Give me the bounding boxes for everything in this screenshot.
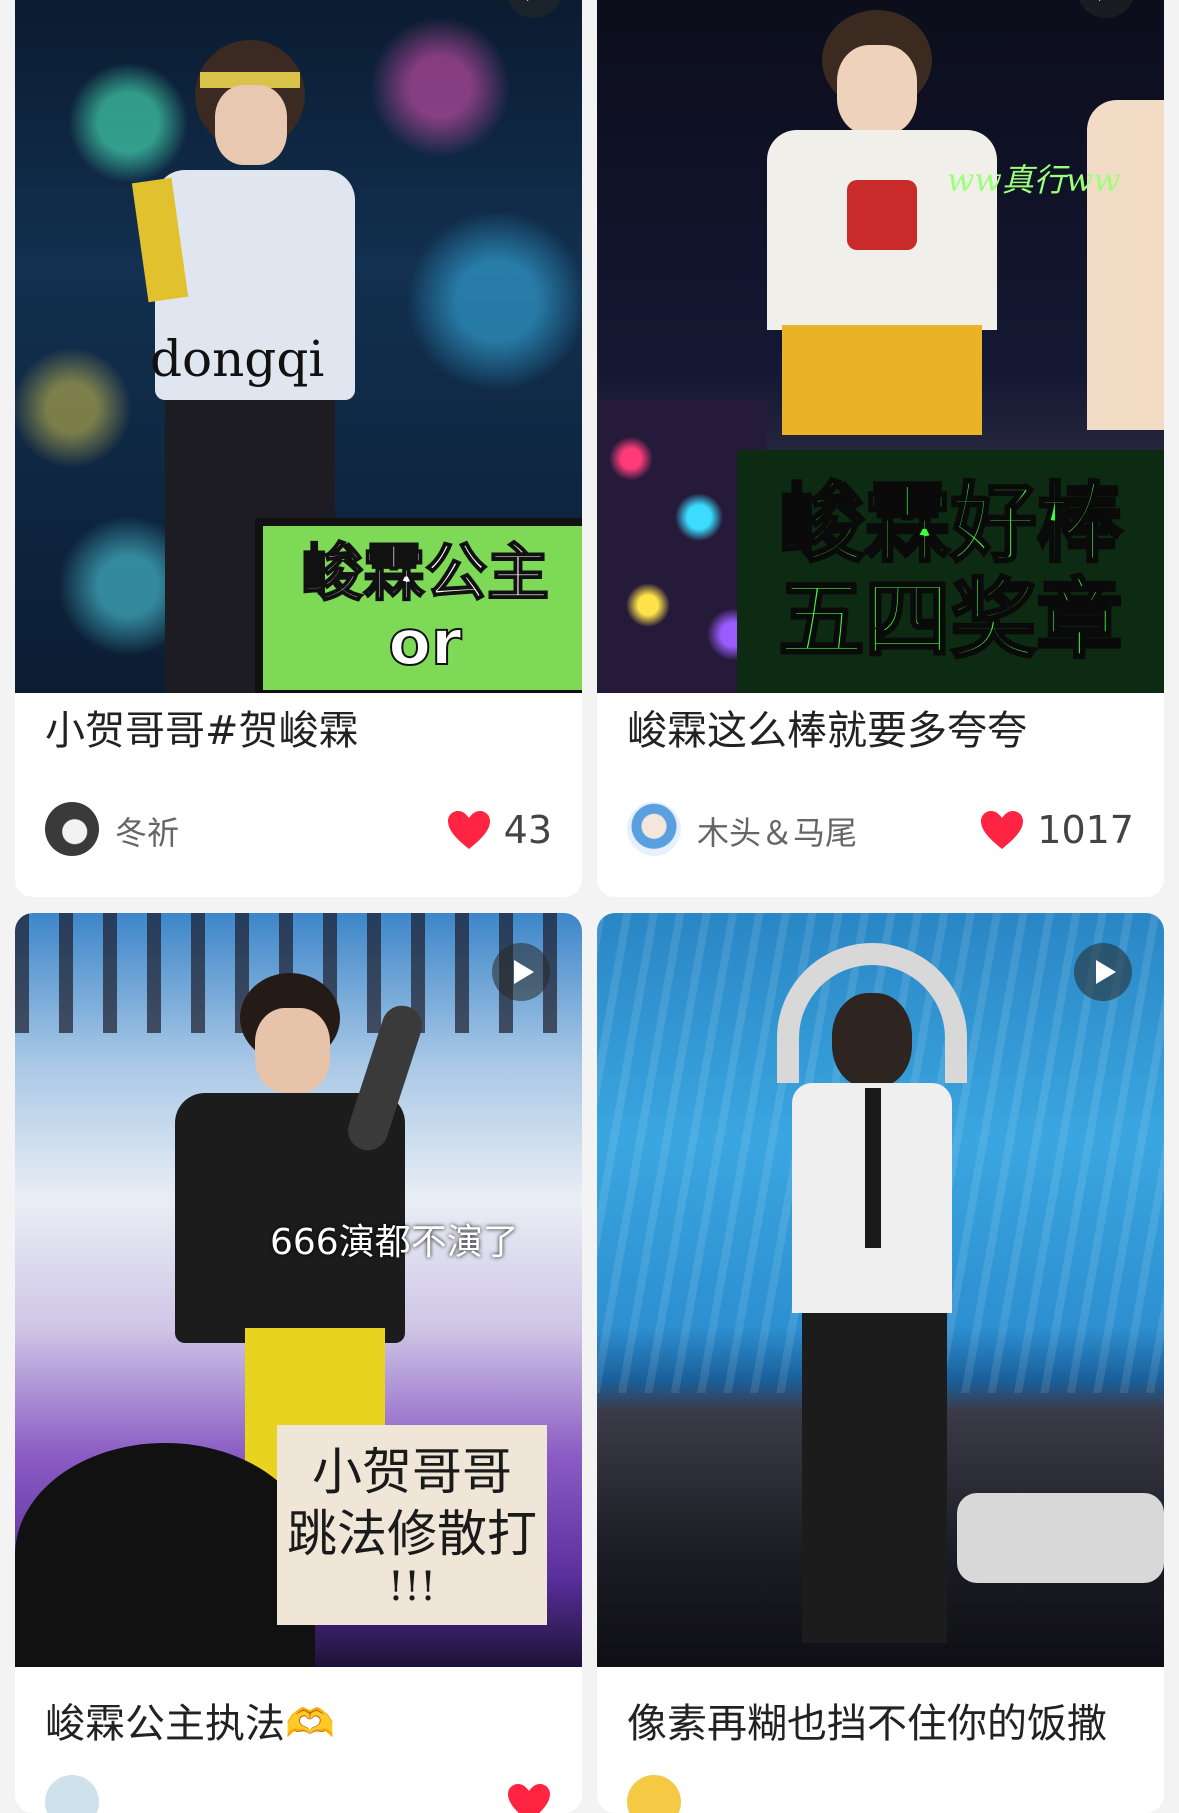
play-icon xyxy=(527,0,529,1)
dark-foreground xyxy=(15,1443,315,1667)
fan-sign-line2: 五四奖章 xyxy=(777,569,1124,670)
play-icon xyxy=(514,960,534,984)
performer-pants xyxy=(802,1313,947,1643)
post-title[interactable]: 小贺哥哥#贺峻霖 xyxy=(45,704,562,758)
post-meta: 木头＆马尾 1017 xyxy=(627,802,1134,862)
fan-sign-line1: 小贺哥哥 xyxy=(312,1443,512,1501)
feed-card[interactable]: 像素再糊也挡不住你的饭撒 xyxy=(597,913,1164,1813)
post-cover-image[interactable]: 666演都不演了 小贺哥哥 跳法修散打 !!! xyxy=(15,913,582,1667)
performer-pants xyxy=(782,325,982,435)
second-performer xyxy=(1087,100,1164,430)
fan-sign-line2: 跳法修散打 xyxy=(287,1505,537,1563)
like-button[interactable]: 43 xyxy=(446,806,552,854)
post-title[interactable]: 峻霖这么棒就要多夸夸 xyxy=(627,704,1144,758)
fan-sign-line3: !!! xyxy=(387,1564,437,1610)
shirt-print xyxy=(847,180,917,250)
performer-face xyxy=(255,1008,330,1093)
post-title[interactable]: 像素再糊也挡不住你的饭撒 xyxy=(627,1697,1144,1751)
feed-card[interactable]: 666演都不演了 小贺哥哥 跳法修散打 !!! 峻霖公主执法🫶 xyxy=(15,913,582,1813)
watermark-text: ww真行ww xyxy=(947,161,1121,199)
play-icon xyxy=(1096,960,1116,984)
like-button[interactable]: 1017 xyxy=(979,806,1134,854)
like-button[interactable] xyxy=(506,1779,552,1813)
watermark-text: dongqi xyxy=(150,330,325,388)
user-avatar[interactable] xyxy=(45,802,99,856)
fan-sign-line1: 峻霖公主 xyxy=(300,536,550,609)
stage-prop xyxy=(957,1493,1164,1583)
author-name[interactable]: 木头＆马尾 xyxy=(697,808,857,854)
like-count: 1017 xyxy=(1037,808,1134,852)
caption-text: 666演都不演了 xyxy=(270,1222,519,1263)
play-button[interactable] xyxy=(492,943,550,1001)
post-meta: 冬祈 43 xyxy=(45,802,552,862)
author-name[interactable]: 冬祈 xyxy=(115,808,179,854)
post-title[interactable]: 峻霖公主执法🫶 xyxy=(45,1697,562,1751)
feed-card[interactable]: ww真行ww 峻霖好棒 五四奖章 峻霖这么棒就要多夸夸 木头＆马尾 1017 xyxy=(597,0,1164,897)
user-avatar[interactable] xyxy=(627,1775,681,1813)
performer-tie xyxy=(865,1088,881,1248)
fan-sign: 小贺哥哥 跳法修散打 !!! xyxy=(277,1425,547,1625)
performer-face xyxy=(837,45,917,135)
play-button[interactable] xyxy=(1077,0,1135,18)
heart-icon xyxy=(508,1784,550,1813)
post-cover-image[interactable]: dongqi 峻霖公主 or xyxy=(15,0,582,693)
fan-sign-line1: 峻霖好棒 xyxy=(777,473,1124,574)
post-cover-image[interactable]: ww真行ww 峻霖好棒 五四奖章 xyxy=(597,0,1164,693)
fan-sign-line2: or xyxy=(387,606,462,679)
feed-card[interactable]: dongqi 峻霖公主 or 小贺哥哥#贺峻霖 冬祈 43 xyxy=(15,0,582,897)
user-avatar[interactable] xyxy=(45,1775,99,1813)
heart-icon xyxy=(447,811,490,849)
user-avatar[interactable] xyxy=(627,802,681,856)
fan-sign: 峻霖好棒 五四奖章 xyxy=(737,450,1164,693)
play-button[interactable] xyxy=(505,0,563,18)
fan-sign: 峻霖公主 or xyxy=(255,518,582,693)
play-button[interactable] xyxy=(1074,943,1132,1001)
post-cover-image[interactable] xyxy=(597,913,1164,1667)
performer-head xyxy=(832,993,912,1088)
post-meta xyxy=(627,1775,1134,1813)
post-meta xyxy=(45,1775,552,1813)
like-count: 43 xyxy=(503,808,552,852)
performer-face xyxy=(215,85,287,165)
heart-icon xyxy=(981,811,1024,849)
play-icon xyxy=(1099,0,1101,1)
